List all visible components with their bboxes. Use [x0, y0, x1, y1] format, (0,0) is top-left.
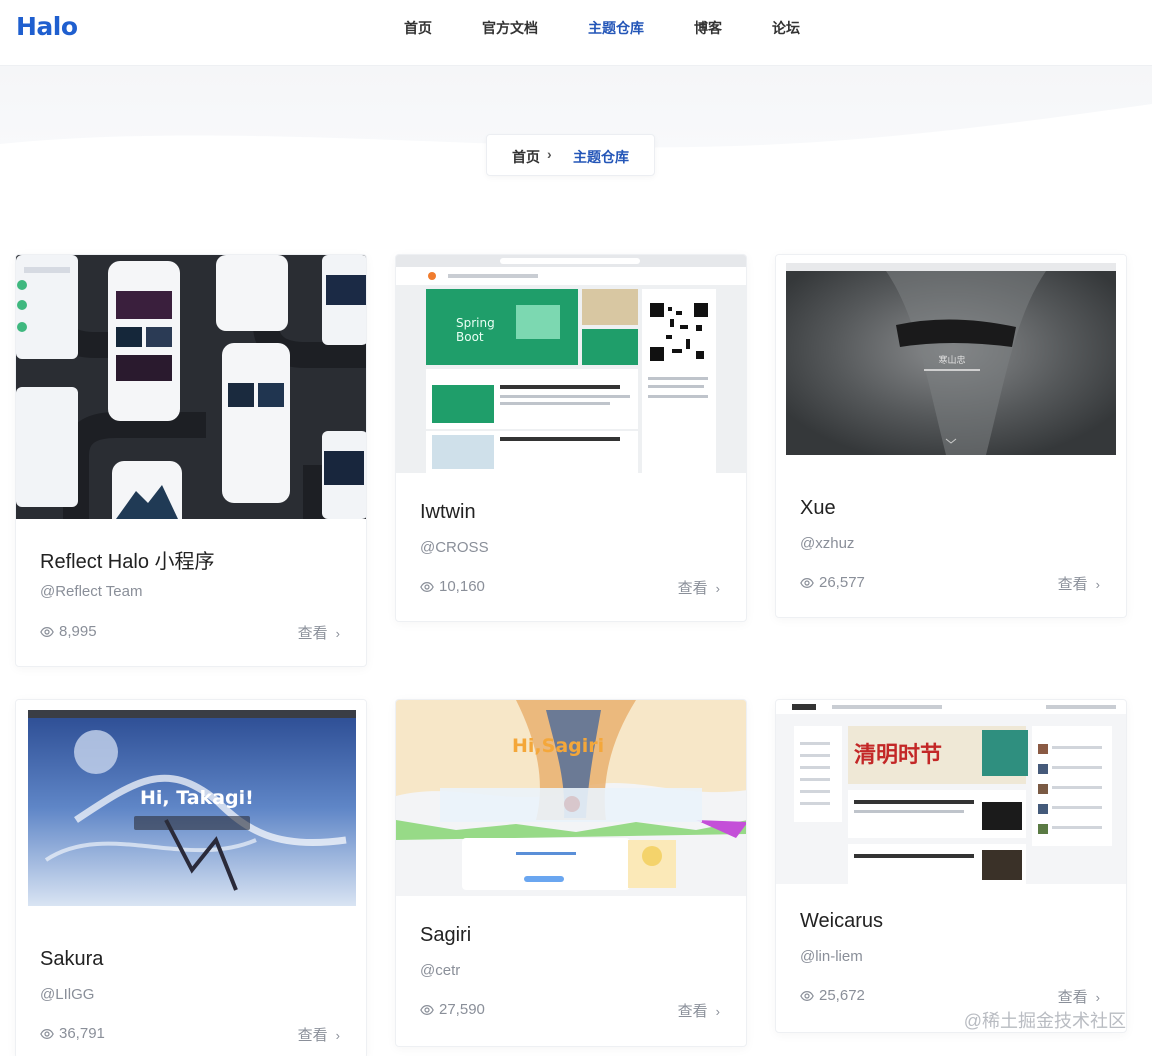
theme-name: Xue [800, 497, 836, 519]
top-header: Halo 首页 官方文档 主题仓库 博客 论坛 [0, 0, 1152, 66]
main-nav: 首页 官方文档 主题仓库 博客 论坛 [0, 0, 1152, 56]
chevron-right-icon: › [1095, 990, 1100, 1005]
view-more-label: 查看 [1057, 989, 1088, 1006]
view-more-link[interactable]: 查看 › [678, 1000, 720, 1021]
view-more-link[interactable]: 查看 › [678, 577, 720, 598]
svg-text:Boot: Boot [456, 330, 484, 344]
eye-icon [420, 1004, 434, 1015]
theme-name: Iwtwin [420, 501, 476, 523]
view-more-label: 查看 [677, 1003, 708, 1020]
theme-card-xue[interactable]: 寒山忠 Xue @xzhuz 26,577 查看 › [775, 254, 1127, 618]
eye-icon [800, 577, 814, 588]
nav-docs[interactable]: 官方文档 [482, 18, 538, 38]
view-count-value: 8,995 [59, 623, 97, 640]
eye-icon [40, 1028, 54, 1039]
nav-themes[interactable]: 主题仓库 [588, 18, 644, 38]
view-more-link[interactable]: 查看 › [1058, 573, 1100, 594]
xue-title-text: 寒山忠 [938, 354, 965, 366]
theme-name: Sakura [40, 948, 104, 970]
sakura-title-text: Hi, Takagi! [140, 787, 254, 809]
theme-card-iwtwin[interactable]: Spring Boot Iwtwin @CROSS 10,160 查看 › [395, 254, 747, 622]
sagiri-title-text: Hi,Sagiri [512, 735, 604, 757]
nav-blog[interactable]: 博客 [694, 18, 722, 38]
view-count: 25,672 [800, 987, 865, 1004]
theme-author: @CROSS [420, 539, 489, 556]
chevron-right-icon: › [715, 1004, 720, 1019]
theme-author: @Reflect Team [40, 583, 143, 600]
nav-home[interactable]: 首页 [404, 18, 432, 38]
view-more-link[interactable]: 查看 › [298, 1024, 340, 1045]
view-more-label: 查看 [297, 1027, 328, 1044]
eye-icon [800, 990, 814, 1001]
view-count: 27,590 [420, 1001, 485, 1018]
breadcrumb-separator: › [547, 146, 552, 162]
view-count-value: 25,672 [819, 987, 865, 1004]
view-count-value: 26,577 [819, 574, 865, 591]
theme-thumbnail: Hi, Takagi! [16, 700, 366, 918]
theme-author: @lin-liem [800, 948, 863, 965]
chevron-right-icon: › [335, 1028, 340, 1043]
breadcrumb: 首页 › 主题仓库 [486, 134, 655, 176]
theme-author: @cetr [420, 962, 461, 979]
view-count: 26,577 [800, 574, 865, 591]
spring-boot-text: Spring [456, 316, 495, 330]
view-count-value: 27,590 [439, 1001, 485, 1018]
chevron-right-icon: › [1095, 577, 1100, 592]
eye-icon [40, 626, 54, 637]
breadcrumb-home[interactable]: 首页 [512, 147, 540, 167]
site-watermark: @稀土掘金技术社区 [963, 1011, 1126, 1031]
view-more-link[interactable]: 查看 › [1058, 986, 1100, 1007]
eye-icon [420, 581, 434, 592]
view-count-value: 36,791 [59, 1025, 105, 1042]
theme-name: Sagiri [420, 924, 472, 946]
weicarus-banner-text: 清明时节 [854, 742, 942, 768]
theme-card-reflect[interactable]: Reflect Halo 小程序 @Reflect Team 8,995 查看 › [15, 254, 367, 667]
view-more-label: 查看 [297, 625, 328, 642]
view-more-label: 查看 [677, 580, 708, 597]
view-count: 36,791 [40, 1025, 105, 1042]
theme-name: Weicarus [800, 910, 883, 932]
theme-name: Reflect Halo 小程序 [40, 551, 215, 573]
view-more-label: 查看 [1057, 576, 1088, 593]
view-count: 8,995 [40, 623, 97, 640]
hero-band [0, 66, 1152, 196]
nav-forum[interactable]: 论坛 [772, 18, 800, 38]
theme-author: @LIlGG [40, 986, 95, 1003]
theme-card-weicarus[interactable]: 清明时节 Weicarus @lin-liem 25,672 查看 › [775, 699, 1127, 1033]
chevron-right-icon: › [715, 581, 720, 596]
breadcrumb-current: 主题仓库 [573, 149, 629, 165]
view-more-link[interactable]: 查看 › [298, 622, 340, 643]
theme-thumbnail [16, 255, 366, 519]
theme-card-sagiri[interactable]: Hi,Sagiri Sagiri @cetr 27,590 查看 › [395, 699, 747, 1047]
view-count-value: 10,160 [439, 578, 485, 595]
theme-author: @xzhuz [800, 535, 855, 552]
theme-thumbnail: 清明时节 [776, 700, 1126, 884]
theme-thumbnail: 寒山忠 [776, 255, 1126, 469]
chevron-right-icon: › [335, 626, 340, 641]
view-count: 10,160 [420, 578, 485, 595]
theme-thumbnail: Hi,Sagiri [396, 700, 746, 896]
theme-thumbnail: Spring Boot [396, 255, 746, 473]
theme-card-sakura[interactable]: Hi, Takagi! Sakura @LIlGG 36,791 查看 › [15, 699, 367, 1056]
